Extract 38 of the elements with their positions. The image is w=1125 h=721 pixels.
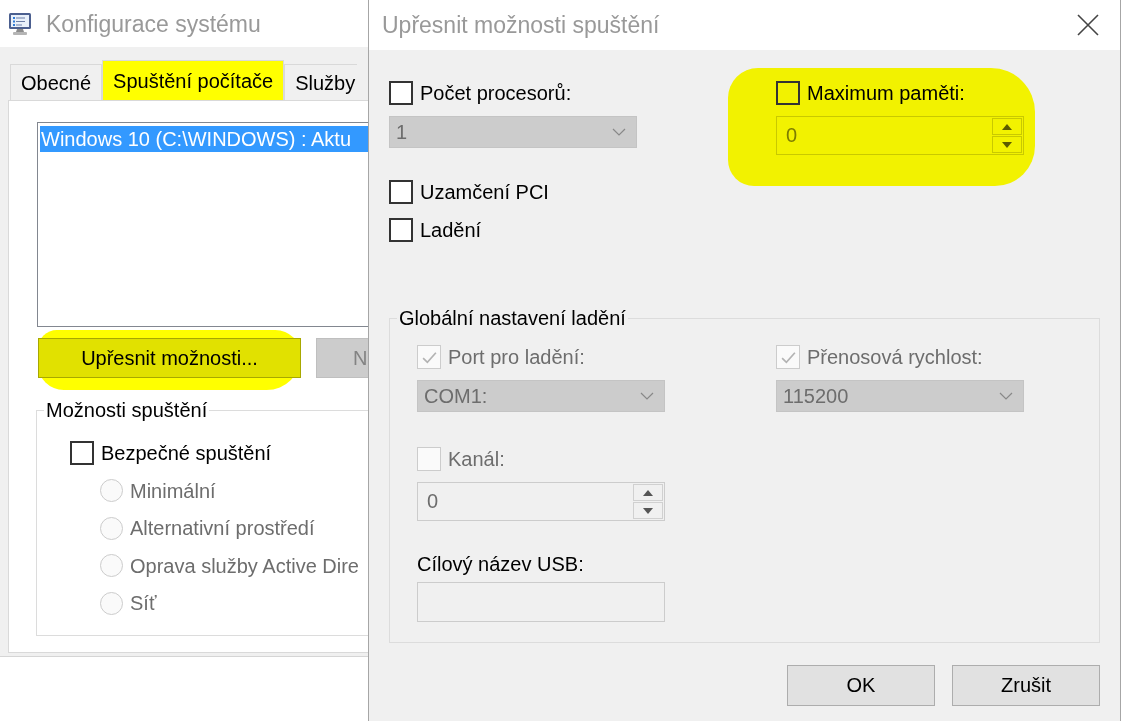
push-button[interactable]: Upřesnit možnosti... bbox=[38, 338, 301, 378]
chevron-down-icon bbox=[640, 392, 654, 400]
group-title: Globální nastavení ladění bbox=[398, 306, 627, 330]
group-title: Možnosti spuštění bbox=[45, 398, 209, 422]
checkbox[interactable] bbox=[389, 180, 413, 204]
checkbox-label: Uzamčení PCI bbox=[420, 180, 549, 204]
push-button[interactable]: Zrušit bbox=[952, 665, 1100, 706]
triangle-up-icon bbox=[643, 489, 653, 496]
checkbox[interactable] bbox=[70, 441, 94, 465]
chevron-down-icon bbox=[612, 128, 626, 136]
dialog-title: Upřesnit možnosti spuštění bbox=[382, 11, 660, 39]
checkbox[interactable] bbox=[389, 81, 413, 105]
field-label: Cílový název USB: bbox=[417, 552, 584, 576]
checkbox-label: Přenosová rychlost: bbox=[807, 345, 983, 369]
checkbox-label: Port pro ladění: bbox=[448, 345, 585, 369]
boot-entry[interactable]: Windows 10 (C:\WINDOWS) : Aktu bbox=[40, 126, 368, 152]
checkbox-label: Bezpečné spuštění bbox=[101, 441, 272, 465]
checkbox-label: Ladění bbox=[420, 218, 482, 242]
triangle-down-icon bbox=[1002, 141, 1012, 148]
checkbox-label: Kanál: bbox=[448, 447, 505, 471]
triangle-down-icon bbox=[643, 507, 653, 514]
window-title: Konfigurace systému bbox=[46, 9, 261, 38]
checkbox[interactable] bbox=[776, 81, 800, 105]
tab[interactable]: Obecné bbox=[10, 64, 103, 100]
tab[interactable]: Služby bbox=[284, 64, 358, 100]
radio-label: Minimální bbox=[130, 478, 216, 503]
checkbox-label: Maximum paměti: bbox=[807, 81, 965, 105]
tab[interactable]: Spuštění počítače bbox=[102, 60, 285, 100]
radio-label: Síť bbox=[130, 591, 157, 615]
monitor-icon bbox=[8, 11, 32, 36]
push-button[interactable]: OK bbox=[787, 665, 935, 706]
radio-label: Alternativní prostředí bbox=[130, 516, 315, 540]
close-icon bbox=[1077, 14, 1099, 36]
triangle-up-icon bbox=[1002, 123, 1012, 130]
checkbox[interactable] bbox=[389, 218, 413, 242]
checkbox-label: Počet procesorů: bbox=[420, 81, 572, 105]
chevron-down-icon bbox=[999, 392, 1013, 400]
radio-label: Oprava služby Active Dire bbox=[130, 553, 359, 578]
